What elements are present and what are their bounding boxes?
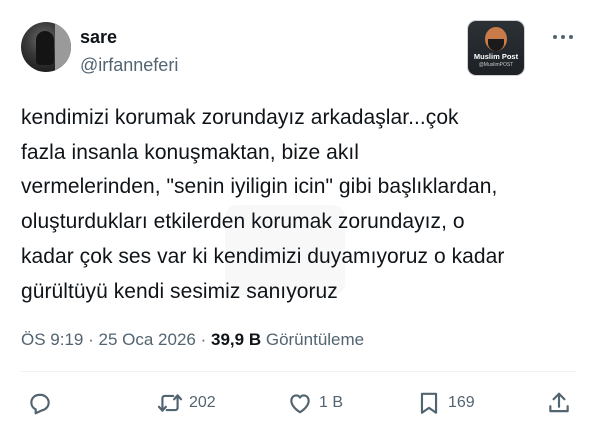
muslim-post-logo: Muslim Post @MuslimPOST [468,21,524,75]
tweet-meta: ÖS 9:19 · 25 Oca 2026 · 39,9 B Görüntüle… [21,330,364,350]
meta-separator: · [88,330,94,349]
reply-icon [30,393,50,415]
like-button[interactable]: 1 B [287,390,343,416]
tweet-date[interactable]: 25 Oca 2026 [99,330,196,349]
views-label: Görüntüleme [265,330,365,349]
share-button[interactable] [546,390,572,416]
like-count: 1 B [319,394,344,411]
tweet: sare @irfanneferi Muslim Post @MuslimPOS… [0,0,594,429]
views-count: 39,9 B [211,330,262,349]
logo-title: Muslim Post [473,52,519,61]
reply-button[interactable] [27,390,53,416]
tweet-text: kendimizi korumak zorundayız arkadaşlar.… [21,106,505,303]
share-icon [549,392,569,413]
more-options-icon[interactable] [553,30,577,44]
bookmark-count: 169 [448,394,475,411]
avatar-figure [36,31,54,65]
avatar-background [55,22,71,72]
logo-subtitle: @MuslimPOST [478,62,514,68]
retweet-icon [157,394,183,412]
heart-icon [290,394,310,414]
tweet-time[interactable]: ÖS 9:19 [21,330,83,349]
meta-separator: · [200,330,207,349]
retweet-button[interactable]: 202 [157,390,216,416]
bookmark-icon [420,392,438,414]
retweet-count: 202 [189,394,216,411]
action-bar: 202 1 B 169 [0,384,594,424]
divider [21,371,576,372]
display-name[interactable]: sare [80,27,117,48]
logo-face-icon [485,27,507,51]
bookmark-button[interactable]: 169 [416,390,475,416]
user-handle[interactable]: @irfanneferi [80,55,178,76]
avatar[interactable] [21,22,71,72]
